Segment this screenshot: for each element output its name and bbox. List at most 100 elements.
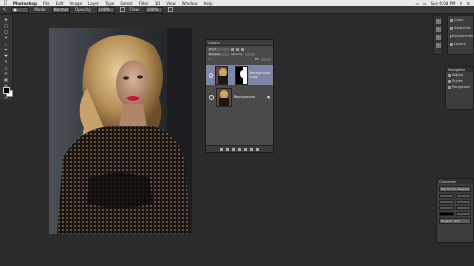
- dock-item-color[interactable]: Color: [448, 16, 473, 24]
- tracking-row: [439, 200, 471, 204]
- lasso-tool-icon[interactable]: ◯: [2, 29, 11, 34]
- blend-mode-value: Normal: [209, 52, 220, 56]
- layer-kind-select[interactable]: Kind: [208, 47, 229, 51]
- crop-tool-icon[interactable]: ⌞: [2, 41, 11, 46]
- adjustments-panel-icon[interactable]: [435, 35, 441, 40]
- scale-row: [439, 206, 471, 210]
- move-tool-icon[interactable]: ✥: [2, 17, 11, 22]
- styles-icon: [448, 79, 451, 83]
- layer-thumbnail: [216, 87, 232, 107]
- layers-panel-icon[interactable]: [435, 43, 441, 48]
- menu-select[interactable]: Select: [120, 1, 132, 6]
- healing-tool-icon[interactable]: ✚: [2, 53, 11, 58]
- filter-adjustment-icon[interactable]: [236, 47, 239, 51]
- text-color-swatch[interactable]: [439, 212, 454, 216]
- clone-stamp-tool-icon[interactable]: △: [2, 65, 11, 70]
- spotlight-icon[interactable]: ⚲: [459, 1, 462, 6]
- mode-select[interactable]: Normal: [51, 6, 71, 13]
- paragraph-row[interactable]: Paragraph: [446, 84, 473, 90]
- pressure-opacity-icon[interactable]: [119, 7, 125, 12]
- horizontal-scale-field[interactable]: [456, 206, 471, 210]
- color-icon: [450, 18, 453, 22]
- swatches-panel-icon[interactable]: [435, 27, 441, 32]
- flow-label: Flow:: [129, 7, 140, 12]
- link-layers-icon[interactable]: [220, 147, 223, 151]
- opacity-field[interactable]: 100%: [96, 6, 115, 13]
- vertical-scale-field[interactable]: [439, 206, 454, 210]
- menu-clock[interactable]: Sun 6:08 PM: [430, 1, 455, 6]
- menu-filter[interactable]: Filter: [139, 1, 149, 6]
- menu-type[interactable]: Type: [105, 1, 114, 6]
- layers-panel-title[interactable]: Layers: [208, 41, 220, 45]
- opacity-label: Opacity: [231, 52, 243, 56]
- layer-opacity-field[interactable]: [244, 52, 255, 56]
- filter-type-icon[interactable]: [241, 47, 244, 51]
- airbrush-icon[interactable]: [167, 7, 173, 12]
- character-panel: Character Myriad Pro Regular English: US…: [436, 178, 474, 243]
- menu-window[interactable]: Window: [182, 1, 198, 6]
- layers-panel-header: Layers: [206, 40, 273, 46]
- dock-item-adjustments[interactable]: Adjustments: [448, 32, 473, 40]
- kerning-field[interactable]: [439, 200, 454, 204]
- quick-select-tool-icon[interactable]: ✦: [2, 35, 11, 40]
- battery-icon[interactable]: ▭: [423, 1, 427, 6]
- flow-field[interactable]: 100%: [144, 6, 163, 13]
- menu-view[interactable]: View: [166, 1, 176, 6]
- new-group-icon[interactable]: [244, 147, 247, 151]
- dock-item-layers[interactable]: Layers: [448, 40, 473, 48]
- layer-row-background-copy[interactable]: ∞ Background copy: [206, 65, 273, 85]
- eye-icon[interactable]: [209, 94, 214, 100]
- marquee-tool-icon[interactable]: □: [2, 23, 11, 28]
- blend-mode-select[interactable]: Normal: [208, 52, 229, 56]
- list-icon[interactable]: ☰: [466, 1, 470, 6]
- dock-panel-list: Color Swatches Adjustments Layers: [447, 15, 474, 55]
- menu-app-name[interactable]: Photoshop: [13, 1, 37, 6]
- brush-preset-picker[interactable]: ●: [11, 6, 30, 13]
- layer-row-background[interactable]: Background ■: [206, 87, 273, 107]
- color-row: [439, 212, 471, 216]
- eraser-tool-icon[interactable]: ▩: [2, 77, 11, 82]
- font-family-select[interactable]: Myriad Pro Regular: [439, 186, 471, 192]
- apple-icon[interactable]: : [4, 0, 7, 6]
- new-layer-icon[interactable]: [250, 147, 253, 151]
- menu-file[interactable]: File: [43, 1, 50, 6]
- menu-image[interactable]: Image: [70, 1, 83, 6]
- brush-tool-icon[interactable]: ✎: [3, 7, 6, 12]
- filter-pixel-icon[interactable]: [231, 47, 234, 51]
- brush-tool-icon[interactable]: ✎: [2, 59, 11, 64]
- menu-layer[interactable]: Layer: [88, 1, 99, 6]
- layer-fill-field[interactable]: [261, 57, 271, 61]
- layer-name[interactable]: Background: [234, 95, 255, 99]
- add-mask-icon[interactable]: [232, 147, 235, 151]
- font-size-field[interactable]: [439, 194, 454, 198]
- trash-icon[interactable]: [256, 147, 259, 151]
- document-canvas[interactable]: [49, 28, 192, 234]
- language-select[interactable]: English: USA: [439, 218, 471, 224]
- menu-3d[interactable]: 3D: [155, 1, 161, 6]
- character-panel-title[interactable]: Character: [437, 179, 473, 184]
- layer-name[interactable]: Background copy: [250, 71, 274, 79]
- opacity-label: Opacity:: [75, 7, 92, 12]
- color-panel-icon[interactable]: [435, 19, 441, 24]
- eye-icon[interactable]: [209, 72, 214, 78]
- lock-icon[interactable]: ☉: [208, 57, 211, 61]
- baseline-field[interactable]: [456, 212, 471, 216]
- row-label: Styles: [452, 79, 463, 83]
- history-brush-tool-icon[interactable]: ⟳: [2, 71, 11, 76]
- dock-item-label: Layers: [454, 42, 466, 46]
- tracking-field[interactable]: [456, 200, 471, 204]
- layer-style-icon[interactable]: [226, 147, 229, 151]
- chain-link-icon[interactable]: ∞: [230, 73, 233, 77]
- kind-value: Kind: [209, 47, 216, 51]
- wifi-icon[interactable]: ≈: [415, 1, 418, 6]
- foreground-color-swatch[interactable]: [3, 87, 10, 94]
- layer-mask-thumbnail[interactable]: [234, 65, 248, 85]
- new-adjustment-icon[interactable]: [238, 147, 241, 151]
- menu-edit[interactable]: Edit: [56, 1, 64, 6]
- dock-item-swatches[interactable]: Swatches: [448, 24, 473, 32]
- layer-lock-icon: ■: [267, 95, 270, 99]
- dock-item-label: Swatches: [454, 26, 471, 30]
- menu-help[interactable]: Help: [204, 1, 213, 6]
- eyedropper-tool-icon[interactable]: ✒: [2, 47, 11, 52]
- leading-field[interactable]: [456, 194, 471, 198]
